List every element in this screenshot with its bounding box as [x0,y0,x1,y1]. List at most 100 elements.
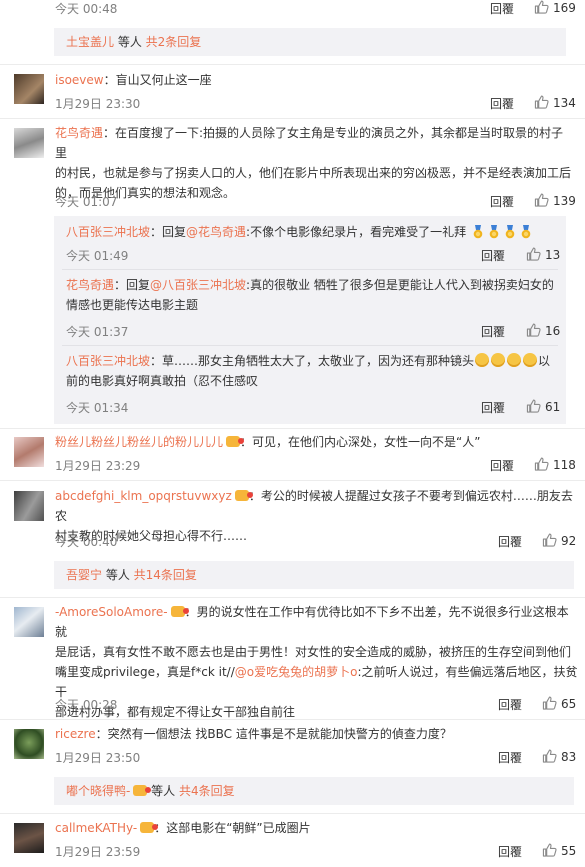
thumbs-up-icon [534,95,549,109]
like-button[interactable]: 61 [526,399,560,414]
more-replies-link[interactable]: 吾婴宁 等人 共14条回复 [54,561,574,589]
reply-date: 今天 01:49 [66,249,129,263]
avatar[interactable] [14,128,44,158]
reply-count[interactable]: 共2条回复 [146,35,202,49]
comment-user[interactable]: 粉丝儿粉丝儿粉丝儿的粉儿儿儿 [55,435,223,449]
like-button[interactable]: 134 [534,95,576,110]
reply-user[interactable]: 八百张三冲北坡 [66,354,150,368]
like-count: 61 [545,400,561,414]
thumbs-up-icon [526,247,541,261]
thumbs-up-icon [542,696,557,710]
comment-user[interactable]: 花鸟奇遇 [55,126,103,140]
divider [0,64,585,65]
comment-body: callmeKATHy- ：这部电影在“朝鲜”已成圈片 [55,818,311,838]
divider [0,480,585,481]
comment-text: 的村民，也就是参与了拐卖人口的人，他们在影片中所表现出来的穷凶极恶，并不是经表演… [55,166,572,180]
reply-count[interactable]: 共14条回复 [134,568,197,582]
avatar[interactable] [14,607,44,637]
divider [62,269,558,270]
divider [0,719,585,720]
medal-icon [504,225,516,239]
comment-date: 1月29日 23:30 [55,97,141,111]
reply-button[interactable]: 回覆 [481,399,505,416]
thumbs-up-icon [542,533,557,547]
comment-user[interactable]: isoevew [55,73,104,87]
like-count: 169 [553,1,576,15]
more-replies-link[interactable]: 嘟个晓得鸭- 等人 共4条回复 [54,777,574,805]
reply-date: 今天 01:34 [66,401,129,415]
reply-button[interactable]: 回覆 [490,0,514,17]
comment-user[interactable]: ricezre [55,727,96,741]
thumbs-up-icon [542,749,557,763]
comment-user[interactable]: abcdefghi_klm_opqrstuvwxyz [55,489,232,503]
reply-user[interactable]: 八百张三冲北坡 [66,225,150,239]
mention-link[interactable]: @八百张三冲北坡 [150,278,246,292]
medal-icon [488,225,500,239]
reply-user[interactable]: 嘟个晓得鸭- [66,784,130,798]
divider [0,597,585,598]
comment-body: 花鸟奇遇：在百度搜了一下:拍摄的人员除了女主角是专业的演员之外，其余都是当时取景… [55,123,575,203]
comment-date: 1月29日 23:29 [55,459,141,473]
more-replies-link[interactable]: 土宝盖儿 等人 共2条回复 [54,28,566,56]
reply-date: 今天 01:37 [66,325,129,339]
summary-text: 等人 [147,784,179,798]
like-button[interactable]: 83 [542,749,576,764]
vip-badge-icon [140,822,159,833]
reply-user[interactable]: 吾婴宁 [66,568,102,582]
reply-user[interactable]: 土宝盖儿 [66,35,114,49]
reply-button[interactable]: 回覆 [498,749,522,766]
comment-body: 粉丝儿粉丝儿粉丝儿的粉儿儿儿 ：可见，在他们内心深处，女性一向不是“人” [55,432,480,452]
reply-text: 前的电影真好啊真敢拍（忍不住感叹 [66,374,259,388]
reply-count[interactable]: 共4条回复 [179,784,235,798]
avatar[interactable] [14,729,44,759]
thumbs-up-icon [534,193,549,207]
like-button[interactable]: 16 [526,323,560,338]
reply-button[interactable]: 回覆 [498,843,522,860]
comment-text: ：盲山又何止这一座 [103,73,212,87]
reply-button[interactable]: 回覆 [490,193,514,210]
thumbs-up-icon [526,323,541,337]
vip-badge-icon [133,785,152,796]
reply-button[interactable]: 回覆 [481,323,505,340]
like-count: 92 [561,534,577,548]
divider [62,345,558,346]
mention-link[interactable]: @花鸟奇遇 [186,225,246,239]
medal-icon [472,225,484,239]
reply-button[interactable]: 回覆 [490,95,514,112]
reply-text: ：回复 [150,225,187,239]
like-button[interactable]: 55 [542,843,576,858]
avatar[interactable] [14,823,44,853]
reply-button[interactable]: 回覆 [490,457,514,474]
like-button[interactable]: 65 [542,696,576,711]
comment-text: ：突然有一個想法 找BBC 這件事是不是就能加快警方的偵查力度？ [95,727,452,741]
comment-text: 嘴里变成privilege，真是f*ck it// [55,665,235,679]
like-count: 83 [561,750,577,764]
avatar[interactable] [14,74,44,104]
avatar[interactable] [14,437,44,467]
comment-date: 今天 00:28 [55,698,118,712]
like-count: 16 [545,324,561,338]
like-count: 134 [553,96,576,110]
reply-text: 情感也更能传达电影主题 [66,298,199,312]
emoji-icon [491,353,506,367]
vip-badge-icon [170,606,189,617]
mention-link[interactable]: @o爱吃兔兔的胡萝卜o [235,665,358,679]
reply-button[interactable]: 回覆 [481,247,505,264]
comment-user[interactable]: -AmoreSoloAmore- [55,605,168,619]
like-button[interactable]: 118 [534,457,576,472]
reply-button[interactable]: 回覆 [498,533,522,550]
like-button[interactable]: 13 [526,247,560,262]
like-button[interactable]: 169 [534,0,576,15]
emoji-icon [507,353,522,367]
reply-body: 八百张三冲北坡：草……那女主角牺牲太大了，太敬业了，因为还有那种镜头 以 前的电影… [66,351,562,391]
comment-user[interactable]: callmeKATHy- [55,821,137,835]
vip-badge-icon [234,490,253,501]
summary-text: 等人 [114,35,146,49]
reply-user[interactable]: 花鸟奇遇 [66,278,114,292]
reply-button[interactable]: 回覆 [498,696,522,713]
comment-date: 1月29日 23:50 [55,751,141,765]
like-button[interactable]: 139 [534,193,576,208]
avatar[interactable] [14,491,44,521]
like-button[interactable]: 92 [542,533,576,548]
comment-text: ：在百度搜了一下:拍摄的人员除了女主角是专业的演员之外，其余都是当时取景的村子里 [55,126,564,160]
